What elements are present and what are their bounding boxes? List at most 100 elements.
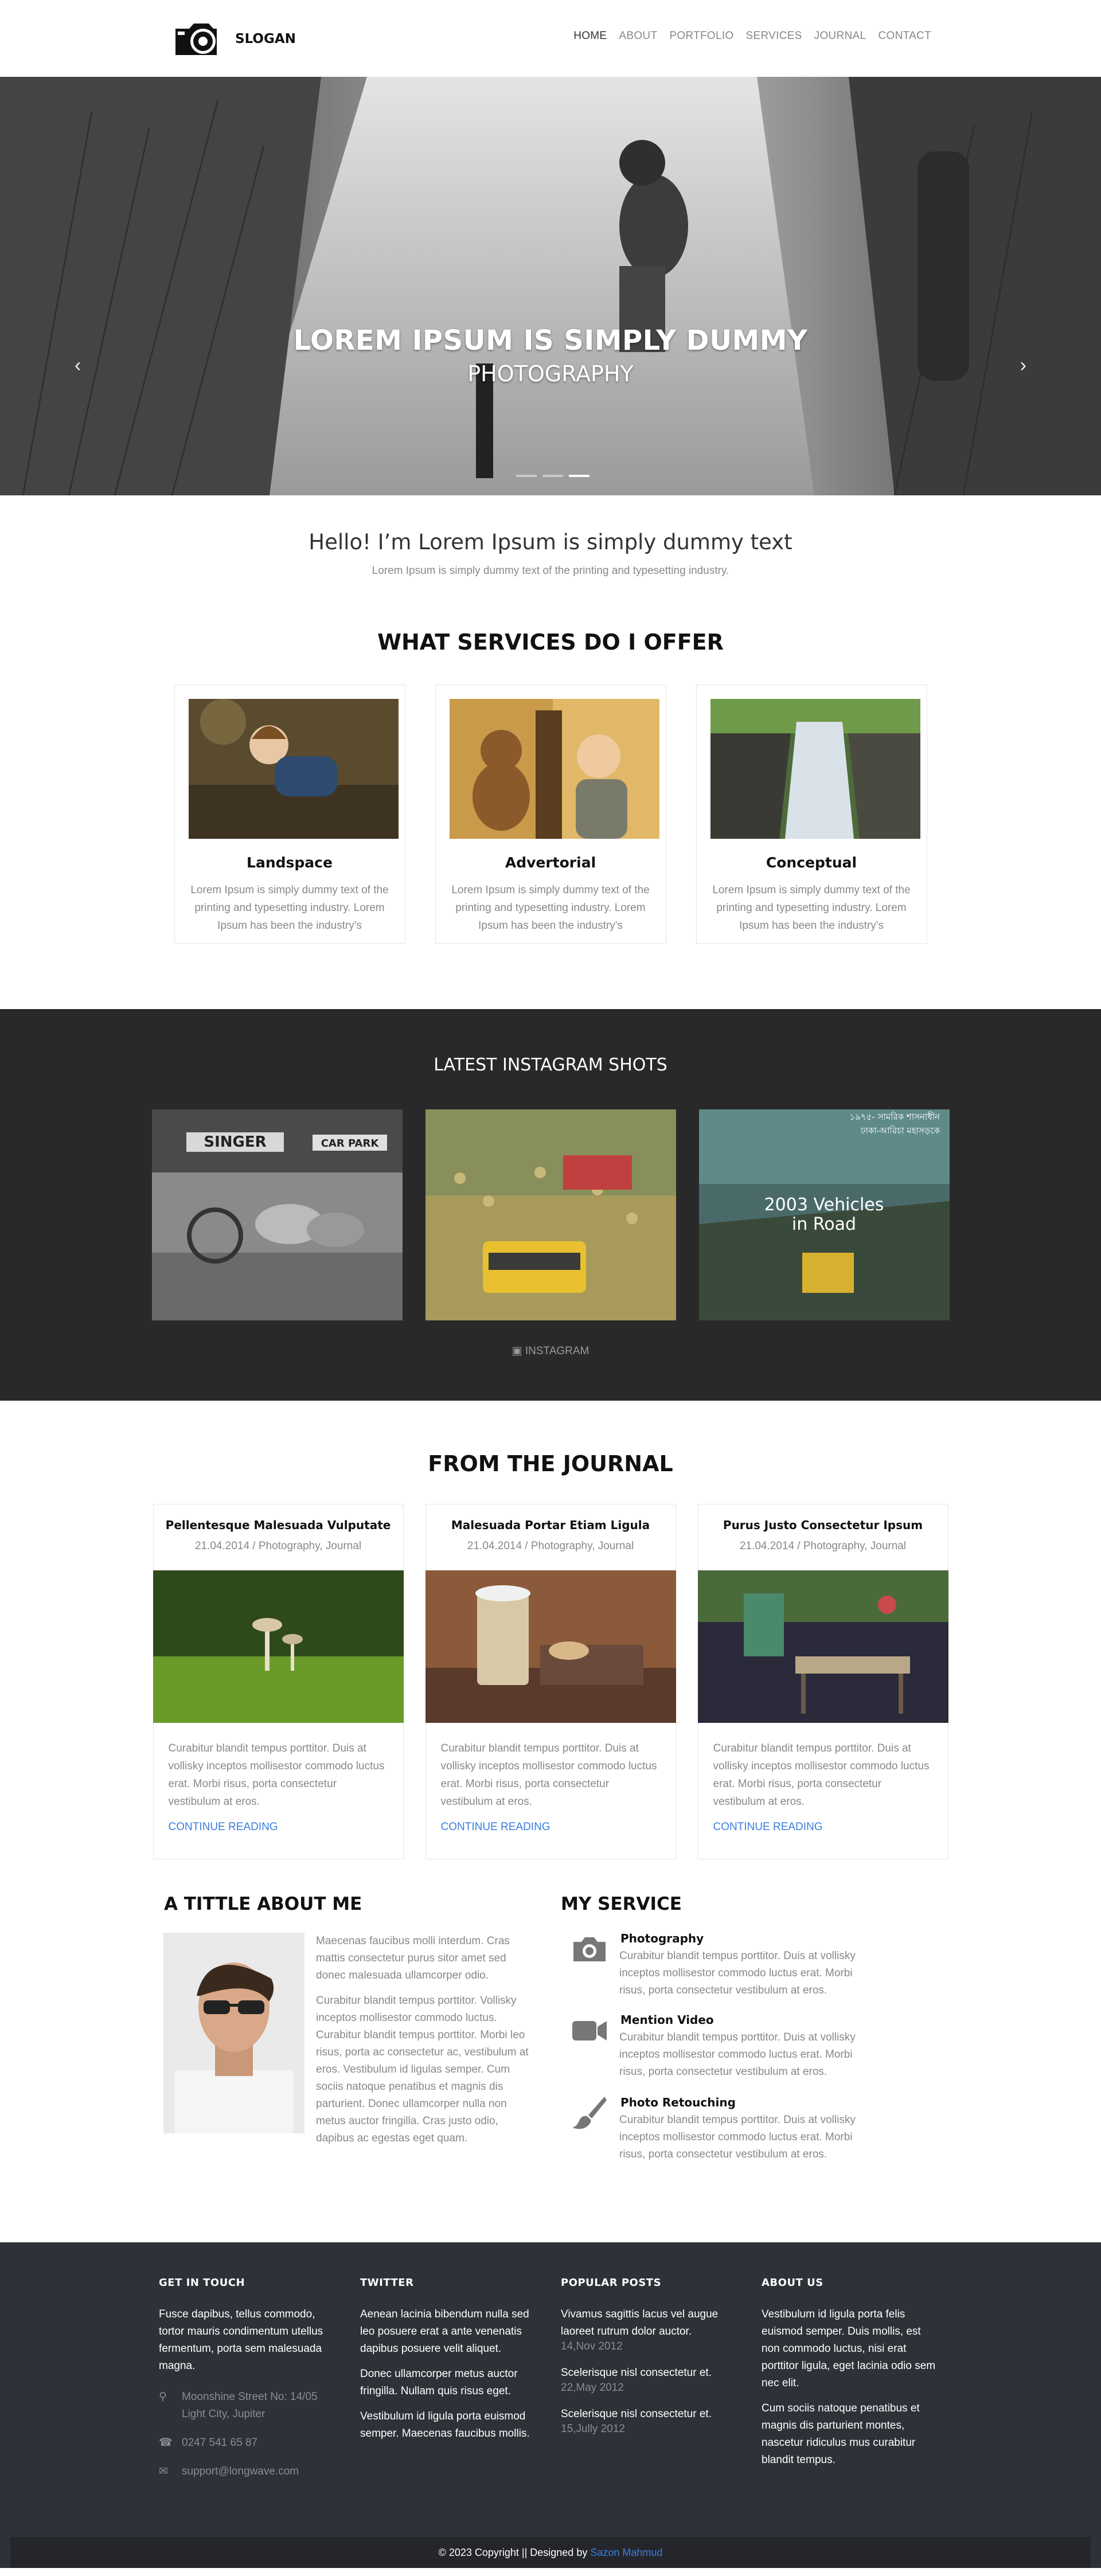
tweet: Donec ullamcorper metus auctor fringilla… <box>360 2368 518 2397</box>
site-footer: GET IN TOUCH Fusce dapibus, tellus commo… <box>0 2242 1101 2568</box>
nav-portfolio[interactable]: PORTFOLIO <box>669 30 733 42</box>
instagram-icon: ▣ <box>512 1345 522 1357</box>
service-title: Landspace <box>247 854 333 871</box>
camera-logo-icon <box>175 24 217 55</box>
instagram-photo[interactable] <box>425 1109 676 1320</box>
photo-caption-bengali-1: ১৯৭৫- সামরিক শাসনাধীন <box>849 1112 940 1122</box>
service-cards: Landspace Lorem Ipsum is simply dummy te… <box>0 685 1101 944</box>
popular-post-title[interactable]: Scelerisque nisl consectetur et. <box>561 2406 736 2423</box>
instagram-link-label: INSTAGRAM <box>525 1345 589 1357</box>
popular-post-title[interactable]: Scelerisque nisl consectetur et. <box>561 2364 736 2382</box>
instagram-section: LATEST INSTAGRAM SHOTS SINGER CAR PARK ১… <box>0 1009 1101 1401</box>
tweet: Vestibulum id ligula porta euismod sempe… <box>360 2410 530 2440</box>
service-text: Lorem Ipsum is simply dummy text of the … <box>451 884 650 932</box>
hero-caption: LOREM IPSUM IS SIMPLY DUMMY PHOTOGRAPHY <box>0 325 1101 386</box>
instagram-photo[interactable]: ১৯৭৫- সামরিক শাসনাধীন ঢাকা-আরিচা মহাসড়ক… <box>698 1109 950 1320</box>
footer-twitter: TWITTER Aenean lacinia bibendum nulla se… <box>360 2277 535 2442</box>
post-excerpt: Curabitur blandit tempus porttitor. Duis… <box>713 1742 930 1808</box>
popular-post[interactable]: Vivamus sagittis lacus vel augue laoreet… <box>561 2306 736 2353</box>
camera-icon <box>573 1937 606 1961</box>
services-section: WHAT SERVICES DO I OFFER Landspace Lorem… <box>0 616 1101 1009</box>
sign-text-car-park: CAR PARK <box>321 1137 379 1150</box>
logo[interactable]: SLOGAN <box>172 16 296 62</box>
map-pin-icon: ⚲ <box>159 2391 167 2403</box>
post-meta: 21.04.2014 / Photography, Journal <box>739 1540 907 1552</box>
my-service-title: MY SERVICE <box>561 1894 682 1914</box>
continue-reading-link[interactable]: CONTINUE READING <box>154 1811 403 1834</box>
footer-twitter-title: TWITTER <box>360 2277 414 2289</box>
sign-text-singer: SINGER <box>204 1133 266 1151</box>
continue-reading-link[interactable]: CONTINUE READING <box>698 1811 948 1834</box>
logo-text: SLOGAN <box>235 32 296 46</box>
instagram-image <box>425 1109 676 1320</box>
about-paragraph-2: Curabitur blandit tempus porttitor. Voll… <box>316 1995 529 2144</box>
service-item-title: Mention Video <box>620 2013 714 2027</box>
footer-about-text: Vestibulum id ligula porta felis euismod… <box>762 2308 936 2389</box>
intro-text: Lorem Ipsum is simply dummy text of the … <box>372 565 729 577</box>
service-item-text: Curabitur blandit tempus porttitor. Duis… <box>619 2114 856 2160</box>
hero-subtitle: PHOTOGRAPHY <box>467 361 634 386</box>
hero-dot-3[interactable] <box>569 475 589 477</box>
popular-post-date: 22,May 2012 <box>561 2382 624 2394</box>
service-item: Photo Retouching Curabitur blandit tempu… <box>571 2096 881 2163</box>
service-image <box>188 699 399 839</box>
about-title: A TITTLE ABOUT ME <box>164 1894 362 1914</box>
hero-slider: ‹ › LOREM IPSUM IS SIMPLY DUMMY PHOTOGRA… <box>0 77 1101 495</box>
hero-dot-2[interactable] <box>542 475 563 477</box>
caption-line-2: in Road <box>791 1214 857 1234</box>
designer-link[interactable]: Sazon Mahmud <box>590 2547 662 2558</box>
popular-post[interactable]: Scelerisque nisl consectetur et. 22,May … <box>561 2364 736 2394</box>
service-card[interactable]: Conceptual Lorem Ipsum is simply dummy t… <box>696 685 927 944</box>
services-title: WHAT SERVICES DO I OFFER <box>377 630 724 655</box>
continue-reading-link[interactable]: CONTINUE READING <box>426 1811 676 1834</box>
footer-address: ⚲ Moonshine Street No: 14/05 Light City,… <box>159 2389 334 2423</box>
phone-text[interactable]: 0247 541 65 87 <box>182 2434 257 2452</box>
footer-about: ABOUT US Vestibulum id ligula porta feli… <box>762 2277 936 2469</box>
tweet: Aenean lacinia bibendum nulla sed leo po… <box>360 2308 529 2355</box>
photo-caption-bengali-2: ঢাকা-আরিচা মহাসড়কে <box>860 1125 940 1136</box>
journal-post: Purus Justo Consectetur Ipsum 21.04.2014… <box>697 1504 948 1859</box>
hero-pagination <box>516 475 589 477</box>
instagram-grid: SINGER CAR PARK ১৯৭৫- সামরিক শাসনাধীন ঢা… <box>0 1109 1101 1320</box>
instagram-photo[interactable]: SINGER CAR PARK <box>151 1109 403 1320</box>
popular-post-date: 14,Nov 2012 <box>561 2340 623 2352</box>
footer-phone: ☎ 0247 541 65 87 <box>159 2434 334 2452</box>
footer-popular-title: POPULAR POSTS <box>561 2277 662 2289</box>
nav-home[interactable]: HOME <box>573 30 607 42</box>
post-title[interactable]: Pellentesque Malesuada Vulputate <box>154 1518 403 1532</box>
service-card[interactable]: Landspace Lorem Ipsum is simply dummy te… <box>174 685 405 944</box>
footer-email: ✉ support@longwave.com <box>159 2463 334 2480</box>
nav-journal[interactable]: JOURNAL <box>814 30 866 42</box>
intro-heading: Hello! I’m Lorem Ipsum is simply dummy t… <box>309 530 792 554</box>
post-image <box>153 1570 404 1723</box>
journal-post: Pellentesque Malesuada Vulputate 21.04.2… <box>153 1504 404 1859</box>
nav-services[interactable]: SERVICES <box>746 30 802 42</box>
address-text: Moonshine Street No: 14/05 Light City, J… <box>182 2391 318 2420</box>
nav-contact[interactable]: CONTACT <box>878 30 931 42</box>
email-link[interactable]: support@longwave.com <box>182 2463 299 2480</box>
service-card[interactable]: Advertorial Lorem Ipsum is simply dummy … <box>435 685 666 944</box>
footer-contact-title: GET IN TOUCH <box>159 2277 245 2289</box>
nav-about[interactable]: ABOUT <box>619 30 657 42</box>
post-excerpt: Curabitur blandit tempus porttitor. Duis… <box>440 1742 657 1808</box>
instagram-title: LATEST INSTAGRAM SHOTS <box>434 1055 667 1075</box>
footer-about-text: Cum sociis natoque penatibus et magnis d… <box>762 2402 920 2466</box>
instagram-link[interactable]: ▣ INSTAGRAM <box>0 1344 1101 1358</box>
post-title[interactable]: Purus Justo Consectetur Ipsum <box>698 1518 948 1532</box>
post-title[interactable]: Malesuada Portar Etiam Ligula <box>426 1518 676 1532</box>
popular-post-date: 15,Jully 2012 <box>561 2423 625 2435</box>
journal-section: FROM THE JOURNAL Pellentesque Malesuada … <box>0 1401 1101 1888</box>
service-image <box>449 699 659 839</box>
service-item-text: Curabitur blandit tempus porttitor. Duis… <box>619 2031 856 2078</box>
service-item-title: Photo Retouching <box>620 2096 736 2109</box>
hero-photo <box>0 77 1101 495</box>
post-meta: 21.04.2014 / Photography, Journal <box>467 1540 634 1552</box>
popular-post[interactable]: Scelerisque nisl consectetur et. 15,Jull… <box>561 2406 736 2436</box>
service-text: Lorem Ipsum is simply dummy text of the … <box>712 884 911 932</box>
hero-dot-1[interactable] <box>516 475 537 477</box>
caption-line-1: 2003 Vehicles <box>764 1195 884 1215</box>
popular-post-title[interactable]: Vivamus sagittis lacus vel augue laoreet… <box>561 2306 736 2340</box>
footer-contact-text: Fusce dapibus, tellus commodo, tortor ma… <box>159 2308 323 2372</box>
copyright-bar: © 2023 Copyright || Designed by Sazon Ma… <box>10 2537 1091 2568</box>
about-text: Maecenas faucibus molli interdum. Cras m… <box>316 1933 535 2147</box>
